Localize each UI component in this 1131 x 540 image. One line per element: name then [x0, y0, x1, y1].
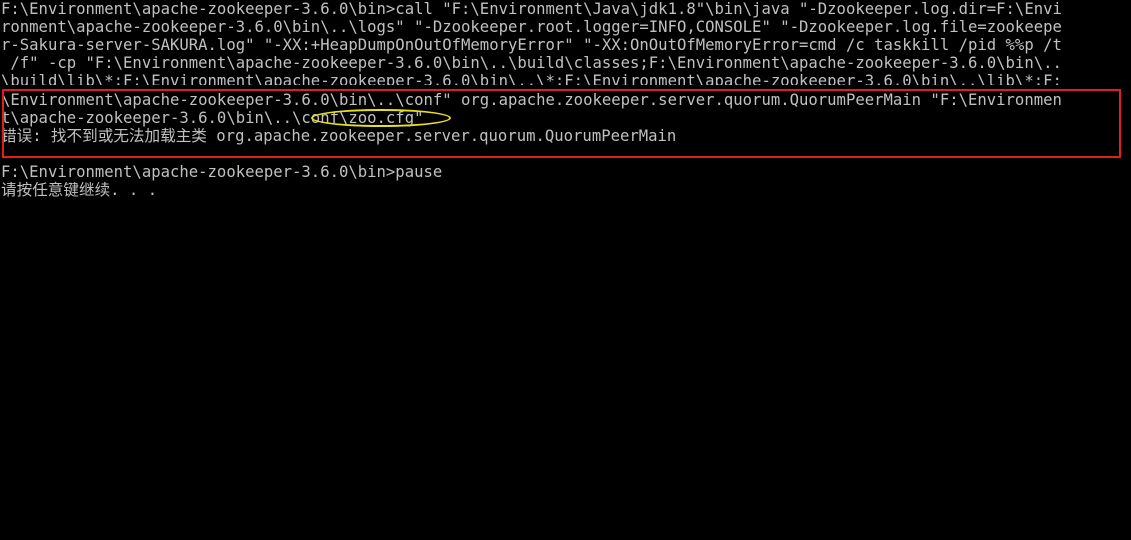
console-line-call-2: ronment\apache-zookeeper-3.6.0\bin\..\lo… [1, 18, 1062, 36]
console-line-call-3: r-Sakura-server-SAKURA.log" "-XX:+HeapDu… [1, 36, 1062, 54]
console-line-pause-command: F:\Environment\apache-zookeeper-3.6.0\bi… [1, 163, 443, 181]
console-line-call-1: F:\Environment\apache-zookeeper-3.6.0\bi… [1, 0, 1062, 18]
console-line-press-any-key: 请按任意键继续. . . [1, 181, 158, 199]
console-line-call-4: /f" -cp "F:\Environment\apache-zookeeper… [1, 54, 1062, 72]
console-line-call-5: \build\lib\*;F:\Environment\apache-zooke… [1, 72, 1062, 85]
console-line-call-7: t\apache-zookeeper-3.6.0\bin\..\conf\zoo… [1, 109, 424, 127]
console-line-error: 错误: 找不到或无法加载主类 org.apache.zookeeper.serv… [1, 127, 677, 145]
console-line-call-6: \Environment\apache-zookeeper-3.6.0\bin\… [1, 91, 1062, 109]
console-window[interactable]: F:\Environment\apache-zookeeper-3.6.0\bi… [0, 0, 1131, 540]
